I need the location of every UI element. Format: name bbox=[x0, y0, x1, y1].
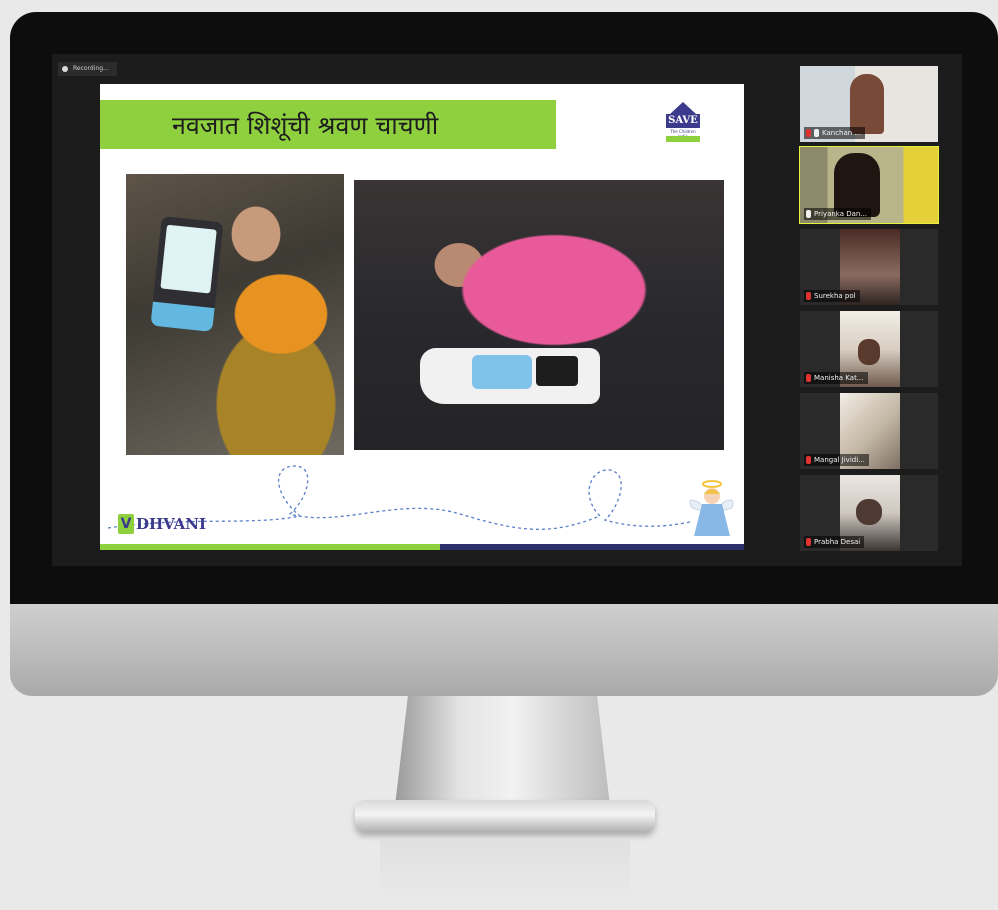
participant-video bbox=[858, 339, 880, 365]
participant-name: Kanchan ... bbox=[822, 129, 862, 137]
recording-indicator[interactable]: Recording... bbox=[58, 62, 117, 76]
dhvani-logo: V DHVANI bbox=[118, 512, 206, 536]
device-display bbox=[536, 356, 578, 386]
participant-tile[interactable]: Mangal Jividi... bbox=[800, 393, 938, 469]
mic-muted-icon bbox=[806, 292, 811, 300]
recording-label: Recording... bbox=[73, 65, 109, 72]
house-roof-icon bbox=[670, 102, 696, 114]
device-keypad bbox=[472, 355, 532, 389]
participant-tile[interactable]: Surekha pol bbox=[800, 229, 938, 305]
participant-namebar: Kanchan ... bbox=[804, 127, 866, 139]
hand-icon bbox=[806, 210, 811, 218]
mic-muted-icon bbox=[806, 129, 811, 137]
photo-newborn-pink-blanket bbox=[354, 180, 724, 450]
participant-video bbox=[856, 499, 882, 525]
participant-name: Priyanka Dan... bbox=[814, 210, 868, 218]
oae-screening-device bbox=[420, 348, 600, 404]
mic-muted-icon bbox=[806, 538, 811, 546]
participant-tile[interactable]: Prabha Desai bbox=[800, 475, 938, 551]
hand-icon bbox=[814, 129, 819, 137]
save-logo-stripe bbox=[666, 136, 700, 142]
mic-muted-icon bbox=[806, 456, 811, 464]
device-screen bbox=[160, 224, 217, 294]
participant-namebar: Prabha Desai bbox=[804, 536, 865, 548]
shared-slide: नवजात शिशूंची श्रवण चाचणी SAVE The Child… bbox=[100, 84, 744, 550]
participant-video bbox=[850, 74, 884, 134]
slide-title: नवजात शिशूंची श्रवण चाचणी bbox=[172, 111, 439, 140]
participant-name: Surekha pol bbox=[814, 292, 856, 300]
participant-name: Mangal Jividi... bbox=[814, 456, 865, 464]
participant-namebar: Priyanka Dan... bbox=[804, 208, 872, 220]
mic-muted-icon bbox=[806, 374, 811, 382]
participant-tile[interactable]: Manisha Kat... bbox=[800, 311, 938, 387]
participant-gallery: Kanchan ... Priyanka Dan... Surekha pol bbox=[799, 66, 940, 562]
hearing-screening-device bbox=[150, 216, 224, 332]
save-logo: SAVE The Children India bbox=[666, 102, 700, 148]
record-icon bbox=[62, 66, 68, 72]
angel-illustration bbox=[689, 480, 734, 536]
slide-title-bar: नवजात शिशूंची श्रवण चाचणी bbox=[100, 100, 556, 149]
participant-tile-active-speaker[interactable]: Priyanka Dan... bbox=[799, 146, 939, 224]
save-logo-text: SAVE bbox=[666, 114, 700, 128]
participant-name: Prabha Desai bbox=[814, 538, 861, 546]
participant-tile[interactable]: Kanchan ... bbox=[800, 66, 938, 142]
meeting-screen: Recording... नवजात शिशूंची श्रवण चाचणी S… bbox=[52, 54, 962, 566]
monitor-stand-base bbox=[355, 800, 655, 832]
participant-name: Manisha Kat... bbox=[814, 374, 864, 382]
slide-footer-green bbox=[100, 544, 440, 550]
participant-namebar: Manisha Kat... bbox=[804, 372, 868, 384]
participant-namebar: Mangal Jividi... bbox=[804, 454, 869, 466]
monitor-stand-neck bbox=[395, 696, 610, 806]
participant-namebar: Surekha pol bbox=[804, 290, 860, 302]
photo-newborn-hearing-test-handheld bbox=[126, 174, 344, 455]
monitor-chin bbox=[10, 604, 998, 696]
dhvani-logo-text: DHVANI bbox=[136, 515, 207, 533]
stand-reflection bbox=[380, 840, 630, 900]
slide-footer-navy bbox=[440, 544, 744, 550]
device-base bbox=[150, 301, 215, 332]
dhvani-logo-mark: V bbox=[118, 514, 134, 534]
